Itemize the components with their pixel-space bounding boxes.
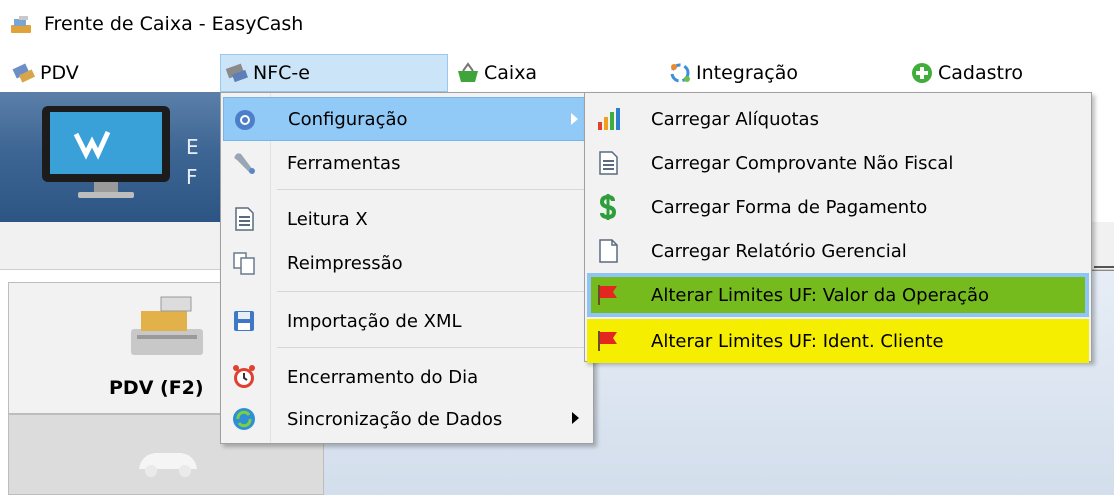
receipt-icon — [599, 151, 618, 175]
menu-item-ferramentas[interactable]: Ferramentas — [223, 141, 591, 185]
menu-separator — [277, 291, 589, 292]
menu-item-carregar-aliquotas[interactable]: Carregar Alíquotas — [587, 97, 1089, 141]
menu-item-label: Encerramento do Dia — [287, 366, 479, 388]
menu-item-label: Configuração — [288, 108, 408, 130]
nfce-dropdown-menu: Configuração Ferramentas Leitura X Reimp… — [220, 92, 594, 444]
car-icon — [139, 453, 197, 477]
cash-register-icon — [11, 16, 31, 33]
blank-document-icon — [599, 239, 618, 263]
menu-nfce-label: NFC-e — [253, 62, 310, 84]
menu-bar: PDV NFC-e Caixa Integração Cadastro — [0, 54, 1114, 92]
menu-item-label: Carregar Relatório Gerencial — [651, 240, 907, 262]
title-bar: Frente de Caixa - EasyCash — [0, 0, 1114, 52]
save-icon — [234, 311, 254, 331]
menu-separator — [277, 189, 589, 190]
menu-item-label: Alterar Limites UF: Ident. Cliente — [651, 330, 944, 352]
flag-icon — [598, 285, 617, 305]
dollar-icon — [599, 194, 617, 220]
menu-item-label: Carregar Forma de Pagamento — [651, 196, 928, 218]
submenu-arrow-icon — [571, 113, 578, 125]
menu-item-configuracao[interactable]: Configuração — [223, 97, 591, 141]
bar-chart-icon — [598, 108, 620, 130]
gear-icon — [235, 110, 255, 130]
menu-separator — [277, 347, 589, 348]
menu-item-limites-ident-cliente[interactable]: Alterar Limites UF: Ident. Cliente — [587, 319, 1089, 363]
copy-icon — [233, 252, 255, 275]
menu-caixa[interactable]: Caixa — [452, 54, 582, 92]
menu-item-reimpressao[interactable]: Reimpressão — [223, 241, 591, 285]
menu-integracao-label: Integração — [696, 62, 799, 84]
configuracao-submenu: Carregar Alíquotas Carregar Comprovante … — [584, 92, 1092, 363]
banner-text: E F — [186, 132, 199, 192]
menu-item-label: Carregar Alíquotas — [651, 108, 819, 130]
window-title: Frente de Caixa - EasyCash — [44, 13, 304, 35]
menu-pdv[interactable]: PDV — [8, 54, 158, 92]
plus-circle-icon — [912, 63, 932, 83]
menu-nfce[interactable]: NFC-e — [220, 54, 448, 92]
divider — [1094, 266, 1114, 268]
wrench-icon — [234, 153, 255, 174]
menu-item-encerramento-dia[interactable]: Encerramento do Dia — [223, 355, 591, 399]
menu-pdv-label: PDV — [40, 62, 79, 84]
menu-item-leitura-x[interactable]: Leitura X — [223, 197, 591, 241]
menu-item-sincronizacao[interactable]: Sincronização de Dados — [223, 397, 591, 441]
menu-item-label: Carregar Comprovante Não Fiscal — [651, 152, 954, 174]
app-window: Frente de Caixa - EasyCash PDV NFC-e Cai… — [0, 0, 1114, 495]
menu-item-label: Sincronização de Dados — [287, 408, 503, 430]
menu-item-carregar-relatorio[interactable]: Carregar Relatório Gerencial — [587, 229, 1089, 273]
pdv-icon — [12, 63, 36, 83]
menu-item-label: Leitura X — [287, 208, 368, 230]
menu-item-carregar-forma-pagamento[interactable]: Carregar Forma de Pagamento — [587, 185, 1089, 229]
menu-item-label: Reimpressão — [287, 252, 403, 274]
menu-item-label: Alterar Limites UF: Valor da Operação — [651, 284, 990, 306]
banner-letter-2: F — [186, 165, 198, 189]
sync-icon — [670, 63, 690, 83]
menu-item-importacao-xml[interactable]: Importação de XML — [223, 299, 591, 343]
menu-item-limites-valor-operacao[interactable]: Alterar Limites UF: Valor da Operação — [587, 273, 1089, 317]
menu-integracao[interactable]: Integração — [664, 54, 834, 92]
pdv-button-label: PDV (F2) — [109, 377, 204, 399]
menu-item-label: Ferramentas — [287, 152, 401, 174]
menu-item-label: Importação de XML — [287, 310, 462, 332]
menu-cadastro-label: Cadastro — [938, 62, 1023, 84]
cash-register-icon — [131, 296, 203, 355]
flag-icon — [598, 331, 617, 351]
document-icon — [235, 207, 254, 231]
menu-item-carregar-comprovante[interactable]: Carregar Comprovante Não Fiscal — [587, 141, 1089, 185]
menu-cadastro[interactable]: Cadastro — [906, 54, 1066, 92]
refresh-icon — [233, 408, 255, 430]
monitor-logo-icon — [42, 106, 170, 198]
nfce-icon — [225, 63, 248, 83]
alarm-clock-icon — [233, 365, 255, 388]
menu-caixa-label: Caixa — [484, 62, 538, 84]
basket-icon — [458, 62, 478, 82]
submenu-arrow-icon — [572, 412, 579, 424]
banner-letter-1: E — [186, 135, 199, 159]
